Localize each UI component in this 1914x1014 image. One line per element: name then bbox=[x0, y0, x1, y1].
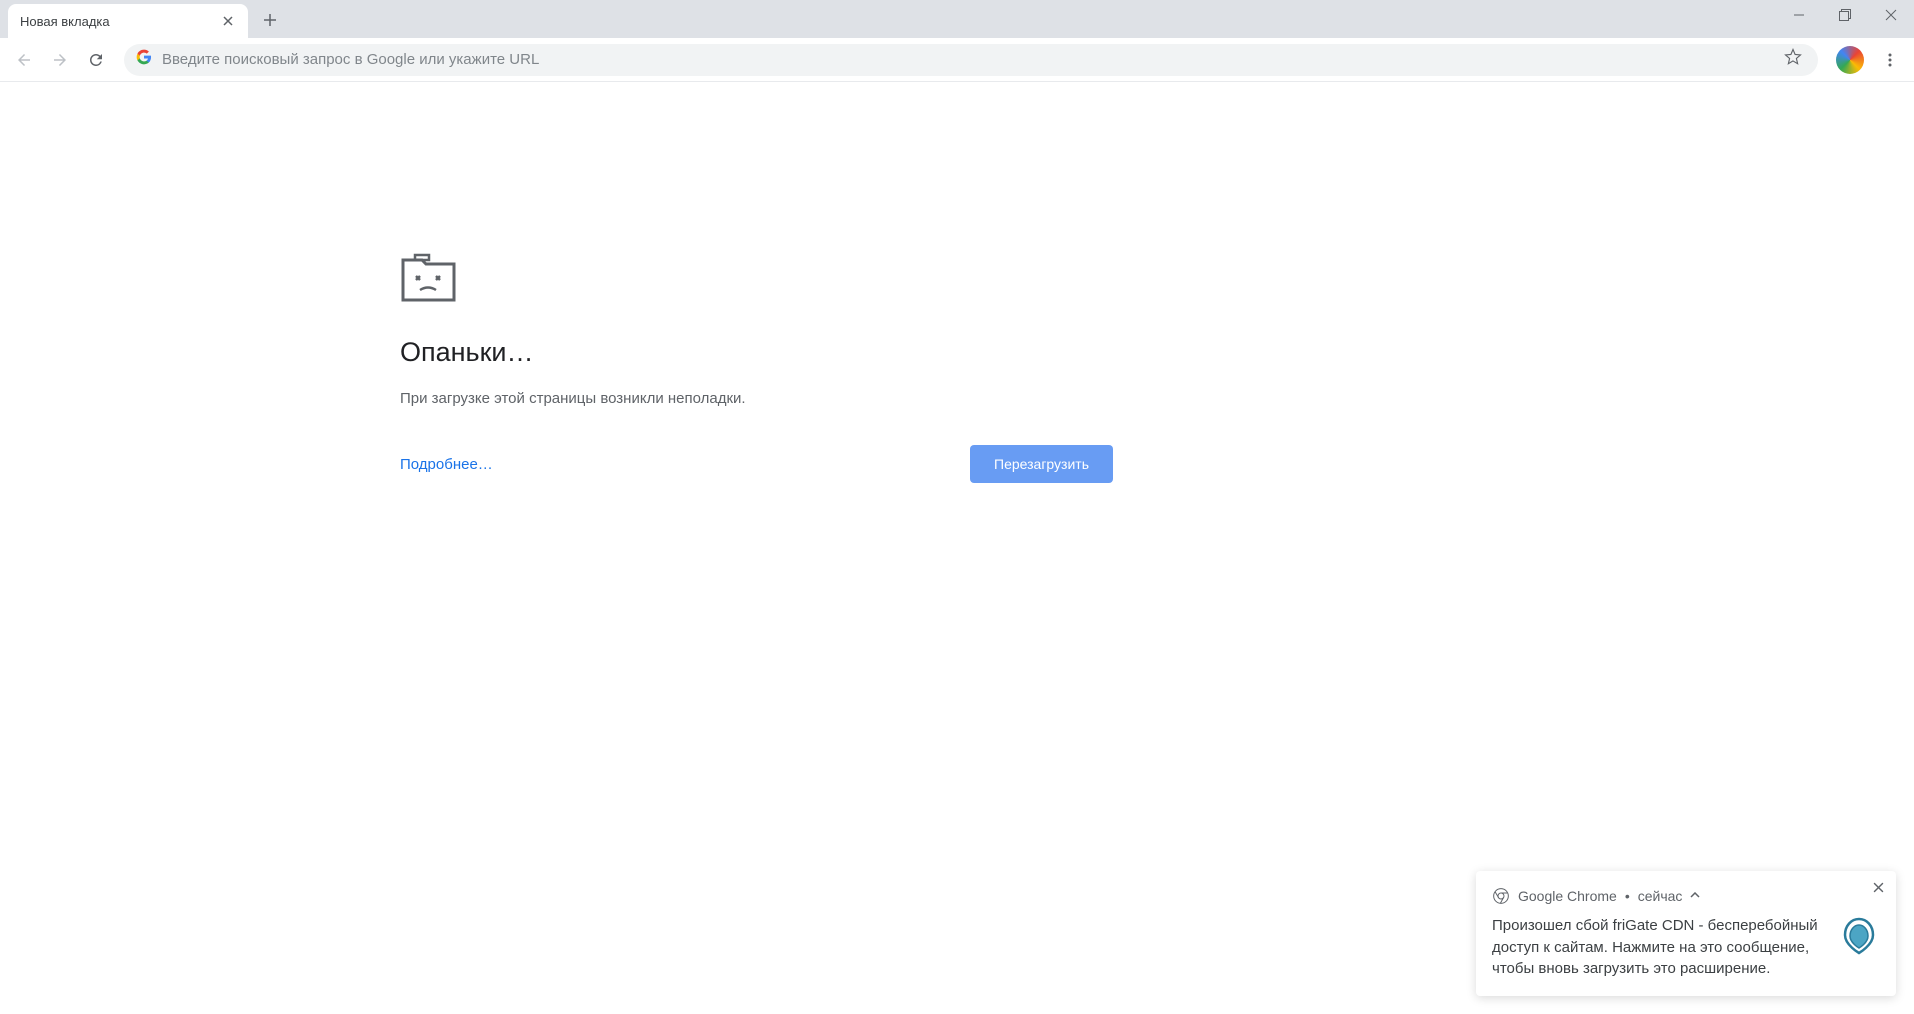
window-controls bbox=[1776, 0, 1914, 38]
frigate-extension-icon bbox=[1838, 915, 1880, 957]
extension-crash-notification[interactable]: Google Chrome • сейчас Произошел сбой fr… bbox=[1476, 871, 1896, 996]
notification-separator: • bbox=[1625, 888, 1630, 904]
chrome-icon bbox=[1492, 887, 1510, 905]
notification-app-name: Google Chrome bbox=[1518, 888, 1617, 904]
back-button[interactable] bbox=[8, 44, 40, 76]
profile-avatar[interactable] bbox=[1836, 46, 1864, 74]
error-page-content: Опаньки… При загрузке этой страницы возн… bbox=[0, 82, 1115, 483]
forward-button[interactable] bbox=[44, 44, 76, 76]
notification-header: Google Chrome • сейчас bbox=[1492, 887, 1880, 905]
chrome-menu-button[interactable] bbox=[1874, 44, 1906, 76]
google-g-icon bbox=[136, 49, 152, 70]
tab-bar: Новая вкладка bbox=[0, 0, 1914, 38]
close-tab-icon[interactable] bbox=[220, 13, 236, 29]
error-title: Опаньки… bbox=[400, 337, 1115, 368]
notification-body: Произошел сбой friGate CDN - бесперебойн… bbox=[1492, 915, 1880, 980]
omnibox[interactable] bbox=[124, 44, 1818, 76]
new-tab-button[interactable] bbox=[256, 6, 284, 34]
close-window-button[interactable] bbox=[1868, 0, 1914, 30]
reload-nav-button[interactable] bbox=[80, 44, 112, 76]
tab-title: Новая вкладка bbox=[20, 14, 212, 29]
toolbar bbox=[0, 38, 1914, 82]
sad-folder-icon bbox=[400, 252, 1115, 307]
learn-more-link[interactable]: Подробнее… bbox=[400, 456, 493, 473]
notification-text: Произошел сбой friGate CDN - бесперебойн… bbox=[1492, 915, 1822, 980]
active-tab[interactable]: Новая вкладка bbox=[8, 4, 248, 38]
notification-close-icon[interactable] bbox=[1873, 881, 1884, 895]
minimize-button[interactable] bbox=[1776, 0, 1822, 30]
chevron-up-icon[interactable] bbox=[1690, 890, 1700, 901]
error-actions: Подробнее… Перезагрузить bbox=[400, 445, 1113, 483]
reload-button[interactable]: Перезагрузить bbox=[970, 445, 1113, 483]
notification-time: сейчас bbox=[1638, 888, 1683, 904]
error-message: При загрузке этой страницы возникли непо… bbox=[400, 390, 1115, 407]
maximize-button[interactable] bbox=[1822, 0, 1868, 30]
address-input[interactable] bbox=[162, 51, 1770, 68]
bookmark-star-icon[interactable] bbox=[1780, 48, 1806, 71]
